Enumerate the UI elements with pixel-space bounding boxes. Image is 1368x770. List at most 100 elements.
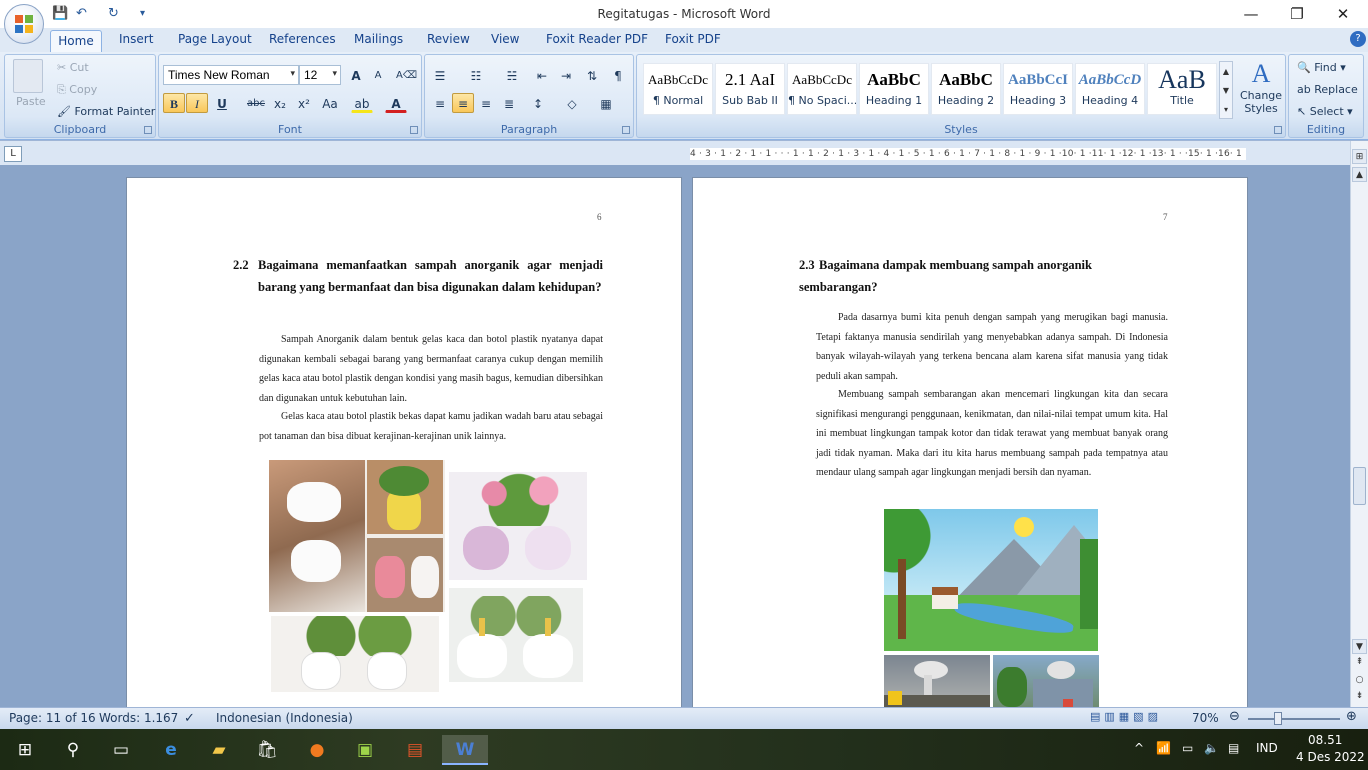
clock-date[interactable]: 4 Des 2022 [1296,750,1365,764]
style-heading-3[interactable]: AaBbCcI Heading 3 [1003,63,1073,115]
task-view-icon[interactable]: ▭ [106,735,136,765]
tab-selector-icon[interactable]: L [4,146,22,162]
proofing-icon[interactable]: ✓ [184,711,195,726]
clipboard-launcher-icon[interactable] [144,126,152,134]
tab-insert[interactable]: Insert [119,32,153,46]
borders-button[interactable]: ▦ [595,93,617,113]
style-title[interactable]: AaB Title [1147,63,1217,115]
volume-icon[interactable]: 🔈 [1204,741,1219,755]
zoom-in-icon[interactable]: ⊕ [1346,709,1357,724]
paragraph-launcher-icon[interactable] [622,126,630,134]
increase-indent-button[interactable]: ⇥ [555,65,577,85]
change-styles-button[interactable]: A Change Styles [1239,59,1283,121]
find-button[interactable]: 🔍 Find ▾ [1297,61,1346,74]
store-icon[interactable]: 🛍 [252,735,282,765]
style-no-spacing[interactable]: AaBbCcDc ¶ No Spaci... [787,63,857,115]
style-heading-4[interactable]: AaBbCcD Heading 4 [1075,63,1145,115]
tab-view[interactable]: View [491,32,519,46]
shading-button[interactable]: ◇ [561,93,583,113]
previous-page-icon[interactable]: ⇞ [1352,655,1367,670]
tab-references[interactable]: References [269,32,336,46]
bullets-button[interactable]: ☰ [429,65,451,85]
word-count[interactable]: Words: 1.167 [99,711,178,725]
battery-icon[interactable]: ▭ [1182,741,1193,755]
subscript-button[interactable]: x₂ [269,93,291,113]
font-launcher-icon[interactable] [410,126,418,134]
align-right-button[interactable]: ≡ [475,93,497,113]
search-icon[interactable]: ⚲ [58,735,88,765]
foxit-icon[interactable]: ▤ [400,735,430,765]
zoom-level[interactable]: 70% [1192,711,1219,725]
tab-page-layout[interactable]: Page Layout [178,32,252,46]
start-button-icon[interactable]: ⊞ [10,735,40,765]
clear-format-button[interactable]: A⌫ [395,65,417,85]
styles-launcher-icon[interactable] [1274,126,1282,134]
styles-scroll[interactable]: ▲ ▼ ▾ [1219,61,1233,119]
maximize-button[interactable]: ❐ [1274,0,1320,28]
select-button[interactable]: ↖ Select ▾ [1297,105,1353,118]
network-icon[interactable]: 📶 [1156,741,1171,755]
language-indicator[interactable]: Indonesian (Indonesia) [216,711,353,725]
view-buttons[interactable]: ▤▥▦▧▨ [1090,710,1186,726]
select-browse-object-icon[interactable]: ○ [1352,673,1367,688]
app-green-icon[interactable]: ▣ [350,735,380,765]
shrink-font-button[interactable]: A [367,65,389,85]
font-size-combo[interactable]: 12 ▾ [299,65,341,85]
help-icon[interactable]: ? [1350,31,1366,47]
style-heading-2[interactable]: AaBbC Heading 2 [931,63,1001,115]
sort-button[interactable]: ⇅ [581,65,603,85]
language-tray[interactable]: IND [1256,741,1278,755]
tab-mailings[interactable]: Mailings [354,32,403,46]
grow-font-button[interactable]: A [345,65,367,85]
vertical-scrollbar[interactable]: ⊞ ▲ ▼ ⇞ ○ ⇟ [1350,141,1368,707]
decrease-indent-button[interactable]: ⇤ [531,65,553,85]
close-button[interactable]: ✕ [1320,0,1366,28]
zoom-out-icon[interactable]: ⊖ [1229,709,1240,724]
style-normal[interactable]: AaBbCcDc ¶ Normal [643,63,713,115]
font-name-combo[interactable]: Times New Roman ▾ [163,65,299,85]
superscript-button[interactable]: x² [293,93,315,113]
numbering-button[interactable]: ☷ [465,65,487,85]
horizontal-ruler[interactable]: 4 · 3 · 1 · 2 · 1 · 1 · · · 1 · 1 · 2 · … [690,148,1246,160]
bold-button[interactable]: B [163,93,185,113]
change-case-button[interactable]: Aa [319,93,341,113]
tab-foxit-reader-pdf[interactable]: Foxit Reader PDF [546,32,648,46]
show-formatting-button[interactable]: ¶ [607,65,629,85]
page-7[interactable]: 7 2.3 Bagaimana dampak membuang sampah a… [692,177,1248,707]
underline-button[interactable]: U [211,93,233,113]
firefox-icon[interactable]: ● [302,735,332,765]
paste-icon[interactable] [13,59,43,93]
tab-review[interactable]: Review [427,32,470,46]
align-left-button[interactable]: ≡ [429,93,451,113]
zoom-slider-thumb[interactable] [1274,712,1282,725]
file-explorer-icon[interactable]: ▰ [204,735,234,765]
zoom-slider[interactable] [1248,718,1340,720]
view-ruler-icon[interactable]: ⊞ [1352,149,1367,164]
edge-icon[interactable]: e [156,735,186,765]
tab-home[interactable]: Home [50,30,102,52]
copy-button[interactable]: ⎘ Copy [57,83,97,97]
line-spacing-button[interactable]: ↕ [527,93,549,113]
tab-foxit-pdf[interactable]: Foxit PDF [665,32,721,46]
strikethrough-button[interactable]: abc [245,93,267,113]
replace-button[interactable]: ab Replace [1297,83,1358,96]
highlight-button[interactable]: ab [351,93,373,113]
style-sub-bab-ii[interactable]: 2.1 AaI Sub Bab II [715,63,785,115]
show-hidden-icons-icon[interactable]: ^ [1134,741,1144,755]
page-6[interactable]: 6 2.2 Bagaimana memanfaatkan sampah anor… [126,177,682,707]
format-painter-button[interactable]: 🖌 Format Painter [57,105,155,118]
scroll-down-button[interactable]: ▼ [1352,639,1367,654]
word-taskbar-icon[interactable]: W [442,735,488,765]
align-center-button[interactable]: ≡ [452,93,474,113]
paste-button[interactable]: Paste [16,95,46,108]
italic-button[interactable]: I [186,93,208,113]
notification-icon[interactable]: ▤ [1228,741,1239,755]
clock-time[interactable]: 08.51 [1308,733,1342,747]
office-button[interactable] [4,4,44,44]
style-heading-1[interactable]: AaBbC Heading 1 [859,63,929,115]
multilevel-list-button[interactable]: ☵ [501,65,523,85]
justify-button[interactable]: ≣ [498,93,520,113]
scroll-up-button[interactable]: ▲ [1352,167,1367,182]
scroll-thumb[interactable] [1353,467,1366,505]
next-page-icon[interactable]: ⇟ [1352,689,1367,704]
